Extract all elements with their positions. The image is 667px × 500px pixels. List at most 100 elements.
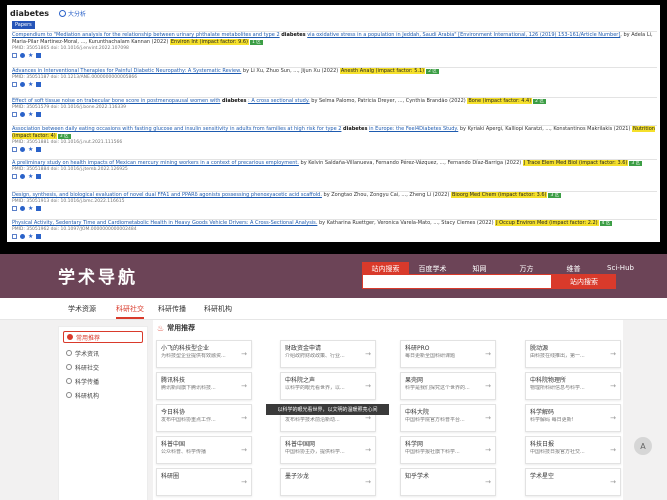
recommend-card[interactable]: 中科院物理所 物理所科研信息与科学... → xyxy=(525,372,621,400)
star-icon[interactable]: ★ xyxy=(28,205,33,211)
recommend-card[interactable]: 科研PRO 每日更新全国科研课题 → xyxy=(400,340,496,368)
mail-icon[interactable] xyxy=(12,81,17,87)
result-title-link[interactable]: Compendium to "Mediation analysis for th… xyxy=(12,32,280,38)
result-title-link-cont[interactable]: in Europe: the Feel4Diabetes Study. xyxy=(369,126,458,132)
mail-icon[interactable] xyxy=(12,52,17,58)
sidebar-item[interactable]: 科研社交 xyxy=(63,361,143,373)
cite-icon[interactable] xyxy=(36,52,41,58)
star-icon[interactable]: ★ xyxy=(28,111,33,117)
sidebar-item-label: 学术资讯 xyxy=(75,350,100,358)
mail-icon[interactable] xyxy=(12,173,17,179)
result-title-link[interactable]: Design, synthesis, and biological evalua… xyxy=(12,192,322,198)
card-title: 科研PRO xyxy=(405,345,430,352)
result-title-line: A preliminary study on health impacts of… xyxy=(12,160,657,167)
tab-papers[interactable]: Papers xyxy=(12,21,35,29)
result-title-link[interactable]: Association between daily eating occasio… xyxy=(12,126,341,132)
arrow-right-icon: → xyxy=(365,382,371,390)
recommend-card[interactable]: 科研圈 → xyxy=(156,468,252,496)
share-icon[interactable] xyxy=(20,173,25,179)
star-icon[interactable]: ★ xyxy=(28,173,33,179)
cite-icon[interactable] xyxy=(36,233,41,239)
share-icon[interactable] xyxy=(20,81,25,87)
site-logo[interactable]: 学术导航 xyxy=(58,263,138,288)
card-desc: 以科学的眼光看世界，以... xyxy=(285,385,345,391)
results-header: diabetes 大分析 xyxy=(7,5,660,19)
share-icon[interactable] xyxy=(20,111,25,117)
recommend-card[interactable]: 科普中国 公众科普、科学传播 → xyxy=(156,436,252,464)
result-rank-badge: 3 区 xyxy=(57,134,71,139)
analysis-link[interactable]: 大分析 xyxy=(59,9,86,18)
result-title-link[interactable]: Advances in Interventional Therapies for… xyxy=(12,68,241,74)
card-desc: 腾讯新闻旗下腾讯科技... xyxy=(161,385,216,391)
recommend-card[interactable]: 小飞的科技型企业 为科技型企业提供有效融资... → xyxy=(156,340,252,368)
sidebar-item[interactable]: 科学传播 xyxy=(63,375,143,387)
nav-item[interactable]: 科研机构 xyxy=(204,304,232,314)
dot-icon xyxy=(66,392,72,398)
recommend-card[interactable]: 科普中国网 中国科协主办，提供科学... → xyxy=(280,436,376,464)
star-icon[interactable]: ★ xyxy=(28,146,33,152)
search-input[interactable] xyxy=(362,274,552,289)
recommend-card[interactable]: 今日科协 发布中国科协重点工作... → xyxy=(156,404,252,432)
nav-item[interactable]: 学术资源 xyxy=(68,304,96,314)
nav-item-active[interactable]: 科研社交 xyxy=(116,304,144,319)
main-nav: 学术资源 科研社交 科研传播 科研机构 xyxy=(0,298,667,320)
result-title-line: Advances in Interventional Therapies for… xyxy=(12,68,657,75)
mail-icon[interactable] xyxy=(12,111,17,117)
result-title-link-cont[interactable]: : A cross sectional study. xyxy=(248,98,310,104)
result-title-line: Physical Activity, Sedentary Time and Ca… xyxy=(12,220,657,227)
star-icon[interactable]: ★ xyxy=(28,233,33,239)
result-item: Physical Activity, Sedentary Time and Ca… xyxy=(12,219,657,239)
recommend-card[interactable]: 腾讯科技 腾讯新闻旗下腾讯科技... → xyxy=(156,372,252,400)
arrow-right-icon: → xyxy=(485,446,491,454)
card-title: 小飞的科技型企业 xyxy=(161,345,210,352)
card-title: 知乎学术 xyxy=(405,473,430,480)
mail-icon[interactable] xyxy=(12,205,17,211)
cite-icon[interactable] xyxy=(36,81,41,87)
sidebar-item[interactable]: 科研机构 xyxy=(63,389,143,401)
share-icon[interactable] xyxy=(20,233,25,239)
cite-icon[interactable] xyxy=(36,173,41,179)
result-actions: ★ xyxy=(12,52,657,58)
result-title-link[interactable]: Physical Activity, Sedentary Time and Ca… xyxy=(12,220,317,226)
recommend-card[interactable]: 科学网 中国科学报社旗下科学... → xyxy=(400,436,496,464)
star-icon[interactable]: ★ xyxy=(28,81,33,87)
result-title-link-cont[interactable]: via oxidative stress in a population in … xyxy=(307,32,620,38)
back-to-top-button[interactable]: A xyxy=(634,437,652,455)
recommend-card[interactable]: 果壳网 科学是我们探究这个世界的... → xyxy=(400,372,496,400)
result-actions: ★ xyxy=(12,205,657,211)
share-icon[interactable] xyxy=(20,205,25,211)
nav-item[interactable]: 科研传播 xyxy=(158,304,186,314)
sidebar-item-label: 科学传播 xyxy=(75,378,100,386)
recommend-card[interactable]: 脱动源 由科技在线推出，第一... → xyxy=(525,340,621,368)
recommend-card[interactable]: 科技日报 中国科技日报官方社交... → xyxy=(525,436,621,464)
card-desc: 科学解码 每日更新! xyxy=(530,417,574,423)
recommend-card[interactable]: 知乎学术 → xyxy=(400,468,496,496)
sidebar-item[interactable]: 学术资讯 xyxy=(63,347,143,359)
card-desc: 物理所科研信息与科学... xyxy=(530,385,585,391)
share-icon[interactable] xyxy=(20,52,25,58)
recommend-card[interactable]: 财政资金申请 介绍政府财政政策、行业... → xyxy=(280,340,376,368)
recommend-card[interactable]: 中科院之声 以科学的眼光看世界，以... → xyxy=(280,372,376,400)
arrow-right-icon: → xyxy=(365,414,371,422)
search-button[interactable]: 站内搜索 xyxy=(552,274,616,289)
result-title-link[interactable]: Effect of soft tissue noise on trabecula… xyxy=(12,98,220,104)
result-rank-badge: 3 区 xyxy=(629,161,643,166)
star-icon[interactable]: ★ xyxy=(28,52,33,58)
recommend-card[interactable]: 学术星空 → xyxy=(525,468,621,496)
recommend-card[interactable]: 中科大院 中国科学院官方科普平台... → xyxy=(400,404,496,432)
cite-icon[interactable] xyxy=(36,111,41,117)
sidebar-item-label: 科研机构 xyxy=(75,392,100,400)
mail-icon[interactable] xyxy=(12,233,17,239)
academic-nav-pane: 学术导航 站内搜索 百度学术 知网 万方 维普 Sci-Hub 站内搜索 学术资… xyxy=(0,254,667,500)
recommend-card[interactable]: 科学解码 科学解码 每日更新! → xyxy=(525,404,621,432)
result-authors: by Li Xu, Zhuo Sun, ..., Jijun Xu (2022) xyxy=(242,68,339,74)
recommend-card[interactable]: 墨子沙龙 → xyxy=(280,468,376,496)
share-icon[interactable] xyxy=(20,146,25,152)
cite-icon[interactable] xyxy=(36,146,41,152)
mail-icon[interactable] xyxy=(12,146,17,152)
sidebar: 常用推荐 学术资讯 科研社交 科学传播 科研机构 xyxy=(58,326,148,500)
result-title-link[interactable]: A preliminary study on health impacts of… xyxy=(12,160,299,166)
result-authors: by Selma Palomo, Patricia Dreyer, ..., C… xyxy=(309,98,466,104)
sidebar-item[interactable]: 常用推荐 xyxy=(63,331,143,343)
cite-icon[interactable] xyxy=(36,205,41,211)
